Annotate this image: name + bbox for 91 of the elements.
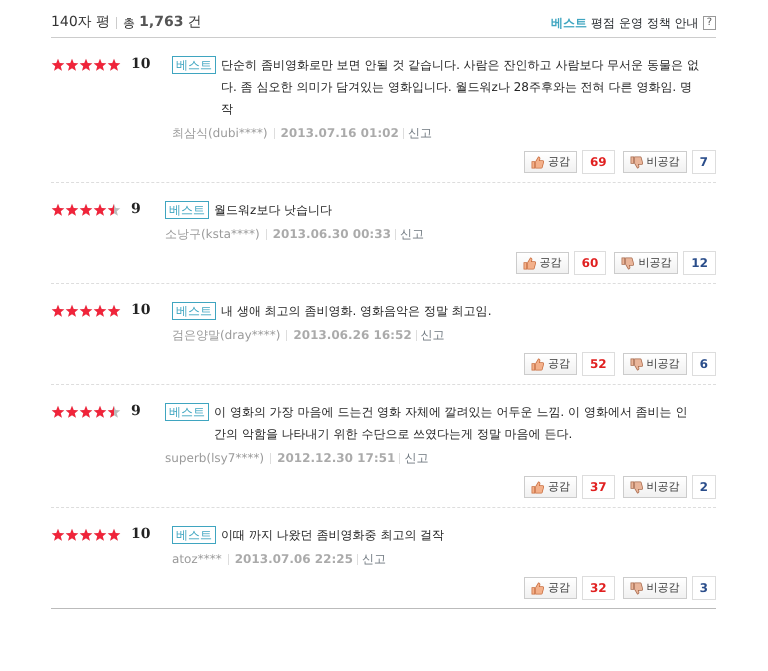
star-icon bbox=[93, 304, 107, 318]
star-icon bbox=[79, 304, 93, 318]
review-date: 2013.06.30 00:33 bbox=[272, 226, 391, 243]
star-icon bbox=[107, 405, 121, 419]
thumbs-up-icon bbox=[530, 480, 544, 494]
like-count: 37 bbox=[582, 475, 615, 499]
dislike-count: 2 bbox=[692, 475, 716, 499]
author-name: 검은양말(dray****) bbox=[172, 327, 280, 344]
total-count: 1,763 bbox=[139, 13, 184, 32]
review-date: 2013.06.26 16:52 bbox=[293, 327, 412, 344]
star-icon bbox=[51, 528, 65, 542]
thumbs-down-icon bbox=[621, 256, 634, 270]
like-count: 52 bbox=[582, 352, 615, 376]
dislike-count: 3 bbox=[692, 576, 716, 600]
dislike-count: 12 bbox=[683, 251, 716, 275]
section-title: 140자 평 bbox=[51, 13, 110, 32]
help-button[interactable]: ? bbox=[702, 16, 716, 30]
review-text: 월드워z보다 낫습니다 bbox=[214, 202, 332, 219]
thumbs-down-icon bbox=[630, 156, 643, 168]
like-button[interactable]: 공감 bbox=[524, 476, 577, 498]
thumbs-up-icon bbox=[522, 256, 536, 270]
like-count: 60 bbox=[574, 251, 606, 275]
thumbs-up-icon bbox=[530, 582, 544, 594]
review-text: 단순히 좀비영화로만 보면 안될 것 같습니다. 사람은 잔인하고 사람보다 무서운 동물은 없다. 좀 심오한 의미가 담겨있는 영화입니다. 월드워z나 28주후와는 전혀 다른 영화임. 명작 bbox=[221, 57, 700, 118]
star-icon bbox=[79, 203, 93, 217]
score: 10 bbox=[130, 301, 152, 320]
dislike-button[interactable]: 비공감 bbox=[622, 576, 687, 600]
score: 9 bbox=[130, 402, 142, 421]
review-text: 내 생애 최고의 좀비영화. 영화음악은 정말 최고임. bbox=[221, 303, 492, 320]
like-button[interactable]: 공감 bbox=[524, 576, 577, 600]
thumbs-down-icon bbox=[630, 358, 643, 370]
star-icon bbox=[51, 203, 65, 217]
thumbs-up-icon bbox=[530, 358, 544, 370]
like-button[interactable]: 공감 bbox=[516, 252, 569, 274]
report-link[interactable]: 신고 bbox=[404, 449, 428, 467]
report-link[interactable]: 신고 bbox=[362, 550, 386, 568]
like-button[interactable]: 공감 bbox=[524, 352, 577, 376]
review-text: 이때 까지 나왔던 좀비영화중 최고의 걸작 bbox=[221, 527, 444, 544]
star-icon bbox=[65, 58, 79, 72]
star-icon bbox=[79, 58, 93, 72]
score: 10 bbox=[130, 525, 152, 544]
star-icon bbox=[93, 405, 107, 419]
star-icon bbox=[65, 304, 79, 318]
report-link[interactable]: 신고 bbox=[408, 124, 432, 142]
total-unit: 건 bbox=[187, 13, 202, 32]
star-icon bbox=[65, 528, 79, 542]
policy-link[interactable]: 평점 운영 정책 안내 bbox=[591, 14, 699, 32]
star-icon bbox=[65, 405, 79, 419]
total-label: 총 bbox=[123, 14, 136, 32]
star-icon bbox=[107, 304, 121, 318]
author-name: superb(lsy7****) bbox=[165, 450, 264, 467]
best-badge: 베스트 bbox=[165, 403, 209, 421]
dislike-count: 7 bbox=[692, 150, 716, 174]
star-icon bbox=[107, 58, 121, 72]
score: 9 bbox=[130, 200, 142, 219]
star-icon bbox=[51, 58, 65, 72]
best-badge: 베스트 bbox=[172, 302, 216, 320]
star-icon bbox=[51, 405, 65, 419]
thumbs-down-icon bbox=[630, 582, 643, 594]
star-icon bbox=[93, 58, 107, 72]
author-name: 소낭구(ksta****) bbox=[165, 226, 260, 243]
dislike-count: 6 bbox=[692, 352, 716, 376]
like-count: 69 bbox=[582, 150, 615, 174]
star-icon bbox=[107, 203, 121, 217]
dislike-button[interactable]: 비공감 bbox=[622, 352, 687, 376]
best-badge: 베스트 bbox=[172, 526, 216, 544]
dislike-button[interactable]: 비공감 bbox=[614, 252, 678, 274]
thumbs-down-icon bbox=[630, 480, 643, 494]
review-date: 2013.07.16 01:02 bbox=[280, 125, 399, 142]
report-link[interactable]: 신고 bbox=[400, 225, 424, 243]
dislike-button[interactable]: 비공감 bbox=[622, 150, 687, 174]
review-text: 이 영화의 가장 마음에 드는건 영화 자체에 깔려있는 어두운 느낌. 이 영화에서 좀비는 인간의 악함을 나타내기 위한 수단으로 쓰였다는게 정말 마음에 든다. bbox=[214, 404, 688, 443]
star-icon bbox=[79, 405, 93, 419]
thumbs-up-icon bbox=[530, 156, 544, 168]
best-badge: 베스트 bbox=[165, 201, 209, 219]
review-date: 2012.12.30 17:51 bbox=[277, 450, 396, 467]
score: 10 bbox=[130, 55, 152, 74]
best-badge: 베스트 bbox=[172, 56, 216, 74]
star-icon bbox=[93, 203, 107, 217]
star-icon bbox=[79, 528, 93, 542]
dislike-button[interactable]: 비공감 bbox=[622, 476, 687, 498]
review-date: 2013.07.06 22:25 bbox=[234, 551, 353, 568]
like-button[interactable]: 공감 bbox=[524, 150, 577, 174]
like-count: 32 bbox=[582, 576, 615, 600]
star-icon bbox=[107, 528, 121, 542]
star-icon bbox=[93, 528, 107, 542]
star-icon bbox=[65, 203, 79, 217]
author-name: 최삼식(dubi****) bbox=[172, 125, 268, 142]
report-link[interactable]: 신고 bbox=[420, 326, 445, 344]
star-icon bbox=[51, 304, 65, 318]
author-name: atoz**** bbox=[172, 551, 222, 568]
